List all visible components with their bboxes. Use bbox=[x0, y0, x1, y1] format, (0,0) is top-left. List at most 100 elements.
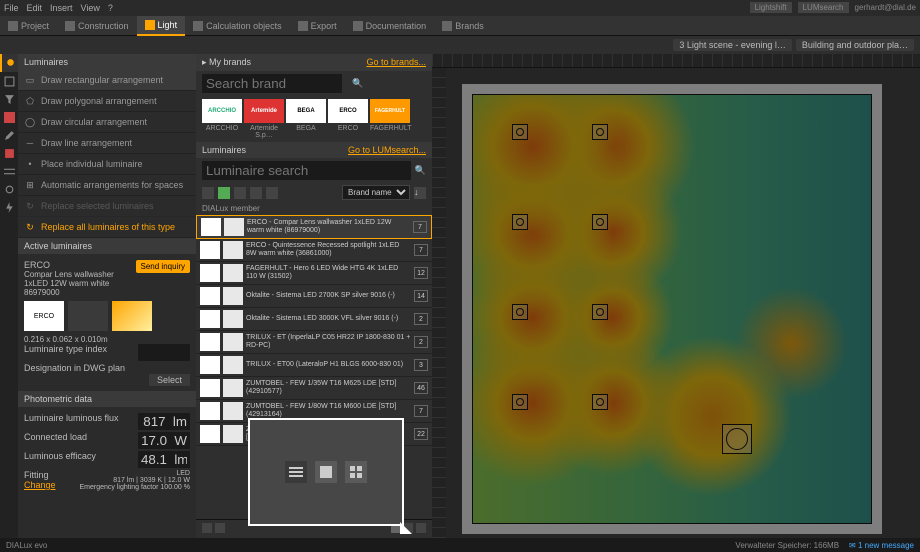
brand-tile[interactable]: FAGERHULTFAGERHULT bbox=[370, 99, 410, 139]
brand-search[interactable] bbox=[202, 74, 342, 93]
active-dims: 0.216 x 0.062 x 0.010m bbox=[24, 335, 190, 344]
tool-energy-icon[interactable] bbox=[0, 198, 18, 216]
tool-bulb-icon[interactable] bbox=[0, 54, 18, 72]
brand-tile[interactable]: ArtemideArtemide S.p… bbox=[244, 99, 284, 139]
tab-export[interactable]: Export bbox=[290, 16, 345, 36]
replace-all-type[interactable]: ↻Replace all luminaires of this type bbox=[18, 217, 196, 238]
view-list-button[interactable] bbox=[285, 461, 307, 483]
view-card-button[interactable] bbox=[315, 461, 337, 483]
fixture[interactable] bbox=[512, 304, 528, 320]
tab-brands[interactable]: Brands bbox=[434, 16, 492, 36]
lum-count: 2 bbox=[414, 313, 428, 325]
filter-icon[interactable] bbox=[234, 187, 246, 199]
filter-icon[interactable] bbox=[266, 187, 278, 199]
lumsearch-badge[interactable]: LUMsearch bbox=[798, 2, 849, 13]
sort-select[interactable]: Brand name bbox=[342, 185, 410, 200]
auto-arrange[interactable]: ⊞Automatic arrangements for spaces bbox=[18, 175, 196, 196]
fixture[interactable] bbox=[592, 394, 608, 410]
tool-color-icon[interactable] bbox=[0, 108, 18, 126]
lum-text: ERCO - Quintessence Recessed spotlight 1… bbox=[246, 242, 411, 259]
lum-count: 7 bbox=[414, 405, 428, 417]
fixture[interactable] bbox=[592, 304, 608, 320]
message-status[interactable]: ✉ 1 new message bbox=[849, 541, 914, 550]
luminaire-row[interactable]: TRILUX - ET (InperlaLP C05 HR22 IP 1800-… bbox=[196, 331, 432, 354]
fixture[interactable] bbox=[512, 394, 528, 410]
brand-tile[interactable]: ARCCHIOARCCHIO bbox=[202, 99, 242, 139]
change-link[interactable]: Change bbox=[24, 480, 56, 490]
lum-thumb bbox=[200, 333, 220, 351]
canvas-viewport[interactable] bbox=[432, 54, 920, 538]
search-icon[interactable]: 🔍 bbox=[415, 165, 426, 176]
brand-tile[interactable]: BEGABEGA bbox=[286, 99, 326, 139]
luminaire-row[interactable]: TRILUX - ET00 (LateraloP H1 BLGS 6000-83… bbox=[196, 354, 432, 377]
filter-toolbar: Brand name ↓ bbox=[196, 183, 432, 202]
load-value[interactable] bbox=[138, 432, 190, 449]
place-individual[interactable]: •Place individual luminaire bbox=[18, 154, 196, 175]
luminaire-row[interactable]: FAGERHULT - Hero 6 LED Wide HTG 4K 1xLED… bbox=[196, 262, 432, 285]
fixture[interactable] bbox=[512, 124, 528, 140]
draw-polygonal[interactable]: ⬠Draw polygonal arrangement bbox=[18, 91, 196, 112]
download-icon[interactable]: ↓ bbox=[414, 187, 426, 199]
eff-value[interactable] bbox=[138, 451, 190, 468]
goto-lumsearch-link[interactable]: Go to LUMsearch... bbox=[348, 145, 426, 155]
tab-documentation[interactable]: Documentation bbox=[345, 16, 435, 36]
filter-icon[interactable] bbox=[218, 187, 230, 199]
lum-text: Oktalite - Sistema LED 2700K SP silver 9… bbox=[246, 292, 411, 300]
lumflux-value[interactable] bbox=[138, 413, 190, 430]
refresh-icon[interactable] bbox=[215, 523, 225, 533]
type-index-input[interactable] bbox=[138, 344, 190, 361]
tool-filter-icon[interactable] bbox=[0, 90, 18, 108]
tab-calculation[interactable]: Calculation objects bbox=[185, 16, 290, 36]
menu-edit[interactable]: Edit bbox=[27, 3, 43, 13]
thumb-product: ERCO bbox=[24, 301, 64, 331]
view-grid-icon[interactable] bbox=[416, 523, 426, 533]
circ-icon: ◯ bbox=[24, 116, 36, 128]
luminaire-row[interactable]: ERCO - Compar Lens wallwasher 1xLED 12W … bbox=[196, 215, 432, 239]
draw-rectangular[interactable]: ▭Draw rectangular arrangement bbox=[18, 70, 196, 91]
filter-icon[interactable] bbox=[202, 187, 214, 199]
fixture[interactable] bbox=[512, 214, 528, 230]
tab-light[interactable]: Light bbox=[137, 16, 186, 36]
active-make: ERCO bbox=[24, 260, 132, 270]
fixture[interactable] bbox=[592, 214, 608, 230]
fixture[interactable] bbox=[722, 424, 752, 454]
draw-line[interactable]: ─Draw line arrangement bbox=[18, 133, 196, 154]
scene-select[interactable]: 3 Light scene - evening l… bbox=[673, 39, 792, 51]
draw-circular[interactable]: ◯Draw circular arrangement bbox=[18, 112, 196, 133]
luminaire-row[interactable]: ZUMTOBEL - FEW 1/35W T16 M625 LDE [STD] … bbox=[196, 377, 432, 400]
tool-maint-icon[interactable] bbox=[0, 180, 18, 198]
search-icon[interactable]: 🔍 bbox=[352, 78, 363, 89]
view-grid-button[interactable] bbox=[345, 461, 367, 483]
lightshift-badge[interactable]: Lightshift bbox=[750, 2, 792, 13]
tool-tune-icon[interactable] bbox=[0, 162, 18, 180]
eff-label: Luminous efficacy bbox=[24, 451, 96, 468]
menu-file[interactable]: File bbox=[4, 3, 19, 13]
brands-icon bbox=[442, 21, 452, 31]
layout-select[interactable]: Building and outdoor pla… bbox=[796, 39, 914, 51]
active-name: Compar Lens wallwasher 1xLED 12W warm wh… bbox=[24, 270, 132, 288]
lum-ldc bbox=[223, 264, 243, 282]
tool-calc-icon[interactable] bbox=[0, 144, 18, 162]
brand-tile[interactable]: ERCOERCO bbox=[328, 99, 368, 139]
luminaire-row[interactable]: Oktalite - Sistema LED 3000K VFL silver … bbox=[196, 308, 432, 331]
filter-icon[interactable] bbox=[250, 187, 262, 199]
menu-help[interactable]: ? bbox=[108, 3, 113, 13]
tab-construction[interactable]: Construction bbox=[57, 16, 137, 36]
heatmap-overlay bbox=[472, 94, 872, 524]
line-icon: ─ bbox=[24, 137, 36, 149]
goto-brands-link[interactable]: Go to brands... bbox=[366, 57, 426, 68]
luminaire-search[interactable] bbox=[202, 161, 411, 180]
tool-arrange-icon[interactable] bbox=[0, 72, 18, 90]
luminaire-row[interactable]: ERCO - Quintessence Recessed spotlight 1… bbox=[196, 239, 432, 262]
fixture[interactable] bbox=[592, 124, 608, 140]
tab-project[interactable]: Project bbox=[0, 16, 57, 36]
luminaire-row[interactable]: Oktalite - Sistema LED 2700K SP silver 9… bbox=[196, 285, 432, 308]
send-inquiry-button[interactable]: Send inquiry bbox=[136, 260, 190, 273]
project-icon bbox=[8, 21, 18, 31]
mybrands-head: My brands bbox=[209, 57, 251, 67]
menu-view[interactable]: View bbox=[81, 3, 100, 13]
menu-insert[interactable]: Insert bbox=[50, 3, 73, 13]
settings-icon[interactable] bbox=[202, 523, 212, 533]
tool-edit-icon[interactable] bbox=[0, 126, 18, 144]
select-button[interactable]: Select bbox=[149, 374, 190, 386]
